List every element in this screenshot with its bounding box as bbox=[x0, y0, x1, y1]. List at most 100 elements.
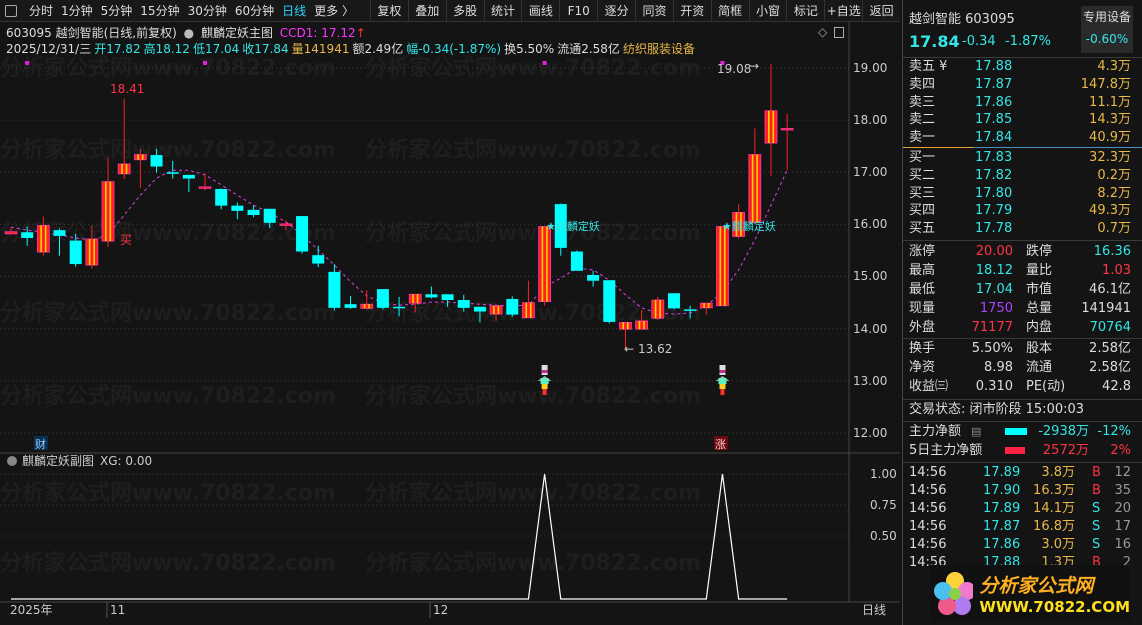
bid-volume: 49.3万 bbox=[1089, 203, 1131, 219]
stat-label: 最高 bbox=[909, 263, 936, 278]
candle bbox=[635, 309, 649, 330]
sub-indicator-title[interactable]: 麒麟定妖副图 bbox=[22, 453, 94, 468]
candle bbox=[69, 233, 82, 267]
tab-30min[interactable]: 30分钟 bbox=[184, 2, 231, 19]
multi-stock-button[interactable]: 多股 bbox=[445, 0, 484, 22]
tick-volume: 3.0万 bbox=[1041, 537, 1075, 552]
ask-price: 17.86 bbox=[975, 94, 1013, 110]
tab-5min[interactable]: 5分钟 bbox=[97, 2, 137, 19]
tab-daily[interactable]: 日线 bbox=[278, 2, 310, 19]
candle-stripe bbox=[368, 304, 370, 309]
tab-15min[interactable]: 15分钟 bbox=[136, 2, 183, 19]
small-window-button[interactable]: 小窗 bbox=[748, 0, 787, 22]
tick-volume: 14.1万 bbox=[1033, 501, 1075, 516]
sub-tick: 1.00 bbox=[870, 467, 897, 481]
sector-badge[interactable]: 专用设备 -0.60% bbox=[1081, 6, 1133, 53]
price-tick: 15.00 bbox=[853, 269, 887, 283]
tick-side: S bbox=[1092, 501, 1101, 516]
candle bbox=[425, 286, 438, 299]
tick-time: 14:56 bbox=[909, 465, 947, 480]
panel-toggle-icon[interactable] bbox=[834, 27, 844, 38]
mark-button[interactable]: 标记 bbox=[786, 0, 824, 22]
quote-panel: 越剑智能 603095 17.84 -0.34 -1.87% 专用设备 -0.6… bbox=[902, 0, 1142, 625]
per-minute-button[interactable]: 逐分 bbox=[597, 0, 635, 22]
candle bbox=[53, 228, 66, 256]
candle-stripe bbox=[541, 226, 544, 302]
ask-label: 卖三 bbox=[909, 94, 936, 110]
stat-label: 现量 bbox=[909, 301, 936, 316]
candle-body bbox=[279, 223, 293, 226]
limit-up-badge-label[interactable]: 涨 bbox=[715, 438, 726, 451]
ask-row: 卖二 17.85 14.3万 bbox=[903, 111, 1142, 129]
candle bbox=[85, 225, 99, 269]
bid-label: 买二 bbox=[909, 167, 936, 183]
f10-button[interactable]: F10 bbox=[559, 0, 597, 22]
candle bbox=[312, 245, 325, 268]
ask-volume: 14.3万 bbox=[1089, 112, 1131, 128]
tick-price: 17.89 bbox=[983, 465, 1021, 480]
candle-body bbox=[473, 306, 486, 312]
tick-side: S bbox=[1092, 519, 1101, 534]
fund-value: 0.310 bbox=[975, 379, 1013, 394]
candle bbox=[603, 280, 616, 324]
candle-stripe bbox=[756, 154, 758, 223]
candle bbox=[684, 305, 697, 319]
rocket-icon bbox=[537, 365, 552, 395]
finance-badge-label[interactable]: 财 bbox=[35, 437, 46, 451]
candle bbox=[376, 289, 389, 310]
ask-label: 卖一 bbox=[909, 130, 936, 146]
candle bbox=[522, 280, 535, 319]
indicator-circle-icon[interactable]: ● bbox=[184, 26, 194, 40]
candle-body bbox=[441, 294, 454, 301]
candle-body bbox=[667, 293, 680, 309]
candle bbox=[667, 293, 680, 310]
candle bbox=[279, 220, 293, 231]
tab-60min[interactable]: 60分钟 bbox=[231, 2, 278, 19]
diamond-icon[interactable]: ◇ bbox=[818, 25, 827, 39]
candle-body bbox=[53, 230, 66, 236]
candle bbox=[215, 188, 228, 210]
price-tick: 19.00 bbox=[853, 61, 887, 75]
ask-row: 卖一 17.84 40.9万 bbox=[903, 129, 1142, 147]
tab-fenshi[interactable]: 分时 bbox=[25, 2, 57, 19]
top-dot-marker bbox=[25, 61, 30, 65]
back-button[interactable]: 返回 bbox=[862, 0, 900, 22]
candle-body bbox=[36, 225, 50, 253]
candle-stripe bbox=[525, 302, 528, 318]
same-capital-button[interactable]: 同资 bbox=[635, 0, 673, 22]
overlay-button[interactable]: 叠加 bbox=[407, 0, 446, 22]
stats-button[interactable]: 统计 bbox=[483, 0, 522, 22]
stat-value: 141941 bbox=[1081, 301, 1131, 316]
ask-label: 卖二 bbox=[909, 112, 936, 128]
flow-label: 5日主力净额 bbox=[909, 443, 983, 458]
tab-more[interactable]: 更多 〉 bbox=[310, 2, 358, 19]
tab-1min[interactable]: 1分钟 bbox=[57, 2, 97, 19]
simple-frame-button[interactable]: 简框 bbox=[710, 0, 749, 22]
flow-label: 主力净额 bbox=[909, 424, 962, 439]
main-flow-row: 主力净额 ▤ -2938万 -12% bbox=[903, 423, 1142, 441]
peak-arrow-icon: → bbox=[749, 59, 759, 73]
candle-stripe bbox=[719, 226, 722, 306]
bid-price: 17.82 bbox=[975, 167, 1013, 183]
kline-chart[interactable]: 19.00 18.00 17.00 16.00 15.00 14.00 13.0… bbox=[0, 0, 900, 625]
ask-price: 17.87 bbox=[975, 76, 1013, 92]
candle bbox=[36, 216, 50, 256]
candle-stripe bbox=[643, 320, 645, 330]
draw-button[interactable]: 画线 bbox=[521, 0, 559, 22]
flow-value: -2938万 bbox=[1038, 424, 1089, 439]
add-watchlist-button[interactable]: +自选 bbox=[824, 0, 862, 22]
candle-stripe bbox=[638, 320, 641, 330]
candle bbox=[344, 295, 357, 309]
candle-body bbox=[85, 238, 99, 266]
indicator-name[interactable]: 麒麟定妖主图 bbox=[201, 26, 273, 40]
fuquan-button[interactable]: 复权 bbox=[370, 0, 408, 22]
menu-icon[interactable] bbox=[5, 4, 17, 17]
price-change: -0.34 bbox=[962, 34, 996, 49]
list-icon[interactable]: ▤ bbox=[971, 423, 981, 441]
tick-volume: 16.3万 bbox=[1033, 483, 1075, 498]
open-capital-button[interactable]: 开资 bbox=[672, 0, 711, 22]
bid-row: 买四 17.79 49.3万 bbox=[903, 202, 1142, 220]
collapse-icon[interactable] bbox=[7, 456, 17, 466]
candle-body bbox=[263, 208, 276, 223]
industry-link[interactable]: 纺织服装设备 bbox=[623, 42, 695, 56]
